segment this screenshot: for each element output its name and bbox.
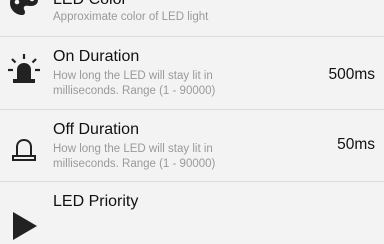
settings-list: LED Color Approximate color of LED light… [0, 0, 384, 240]
setting-led-priority[interactable]: LED Priority [0, 181, 384, 240]
setting-title: LED Color [53, 0, 127, 9]
setting-title: Off Duration [53, 121, 139, 138]
setting-value: 500ms [328, 66, 375, 83]
setting-summary: How long the LED will stay lit in millis… [53, 70, 216, 97]
setting-summary: Approximate color of LED light [53, 11, 209, 23]
setting-on-duration[interactable]: On Duration How long the LED will stay l… [0, 36, 384, 109]
palette-icon [10, 0, 38, 15]
setting-value: 50ms [337, 136, 375, 153]
setting-title: LED Priority [53, 193, 139, 210]
setting-title: On Duration [53, 48, 140, 65]
setting-led-color[interactable]: LED Color Approximate color of LED light [0, 0, 384, 40]
led-off-icon [12, 138, 36, 161]
priority-arrow-icon [13, 212, 37, 240]
led-on-icon [8, 54, 40, 83]
setting-summary: How long the LED will stay lit in millis… [53, 143, 216, 170]
setting-off-duration[interactable]: Off Duration How long the LED will stay … [0, 109, 384, 181]
